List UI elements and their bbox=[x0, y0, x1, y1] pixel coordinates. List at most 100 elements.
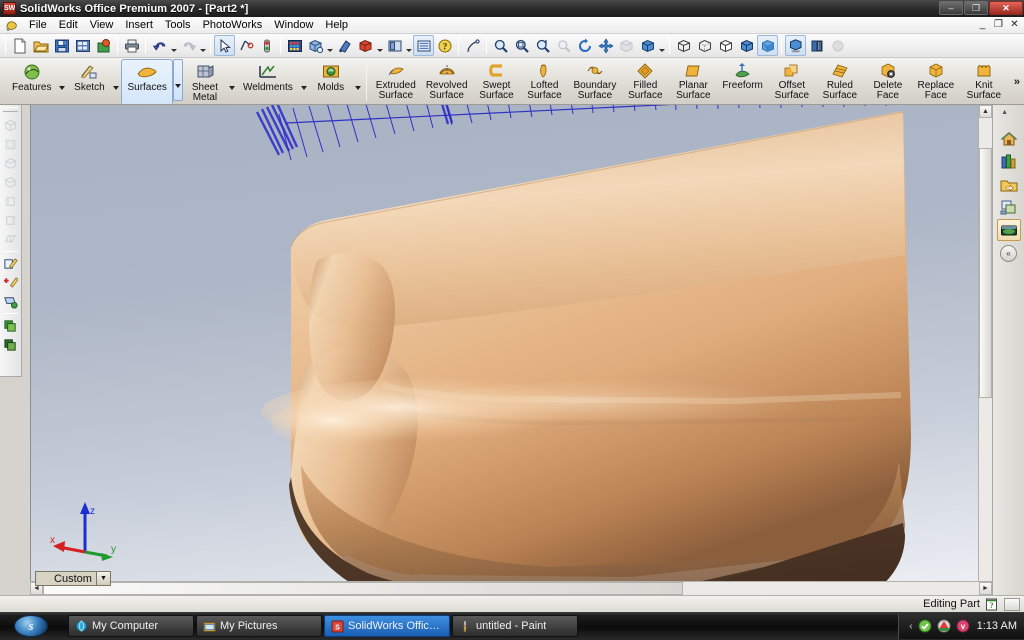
cmd-swept-surface[interactable]: Swept Surface bbox=[473, 59, 521, 104]
save-icon[interactable] bbox=[51, 35, 72, 56]
appearances-scenes-icon[interactable] bbox=[996, 219, 1021, 241]
view-orientation-icon[interactable] bbox=[305, 35, 326, 56]
redo-dropdown-arrow-icon[interactable] bbox=[199, 35, 207, 56]
solidworks-menu-logo-icon[interactable] bbox=[4, 18, 20, 33]
cm-tab-weldments[interactable]: Weldments bbox=[237, 59, 299, 104]
toolbar-grip[interactable] bbox=[5, 37, 6, 54]
status-resize-grip[interactable] bbox=[1004, 597, 1020, 611]
cmd-boundary-surface[interactable]: Boundary Surface bbox=[569, 59, 622, 104]
sw-resources-icon[interactable] bbox=[997, 127, 1021, 149]
maximize-button[interactable]: ❐ bbox=[964, 1, 988, 15]
surfaces-dropdown-arrow-icon[interactable] bbox=[172, 59, 183, 101]
taskbar-item-my-pictures[interactable]: My Pictures bbox=[196, 615, 322, 637]
horizontal-scroll-thumb[interactable] bbox=[43, 582, 683, 595]
undo-dropdown-arrow-icon[interactable] bbox=[170, 35, 178, 56]
graphics-viewport[interactable]: z x y bbox=[30, 105, 992, 595]
display-manager-icon[interactable] bbox=[413, 35, 434, 56]
render-dropdown-arrow-icon[interactable] bbox=[376, 35, 384, 56]
zoom-to-selection-icon[interactable] bbox=[553, 35, 574, 56]
hidden-lines-removed-icon[interactable] bbox=[715, 35, 736, 56]
taskbar-item-paint[interactable]: untitled - Paint bbox=[452, 615, 578, 637]
cm-tab-molds[interactable]: Molds bbox=[309, 59, 353, 104]
tray-expand-icon[interactable]: ‹ bbox=[909, 621, 912, 632]
mdi-restore-button[interactable]: ❐ bbox=[992, 18, 1005, 32]
minimize-button[interactable]: – bbox=[939, 1, 963, 15]
taskbar-item-solidworks[interactable]: S SolidWorks Office Pr... bbox=[324, 615, 450, 637]
select-icon[interactable] bbox=[214, 35, 235, 56]
chevron-down-icon[interactable]: ▼ bbox=[96, 572, 110, 585]
messenger-icon[interactable]: v bbox=[956, 619, 970, 633]
start-button[interactable]: s bbox=[2, 613, 60, 639]
command-manager-overflow-button[interactable]: » bbox=[1012, 76, 1024, 88]
three-d-drawing-view-icon[interactable] bbox=[616, 35, 637, 56]
viewport-vertical-scrollbar[interactable]: ▲ ▼ bbox=[978, 105, 992, 595]
pan-icon[interactable] bbox=[595, 35, 616, 56]
cmd-revolved-surface[interactable]: Revolved Surface bbox=[421, 59, 473, 104]
pack-and-go-icon[interactable] bbox=[93, 35, 114, 56]
right-view-icon[interactable] bbox=[0, 211, 20, 230]
shaded-with-edges-icon[interactable] bbox=[736, 35, 757, 56]
cmd-delete-face[interactable]: Delete Face bbox=[864, 59, 912, 104]
edit-appearance-icon[interactable] bbox=[334, 35, 355, 56]
measure-icon[interactable] bbox=[235, 35, 256, 56]
menu-tools[interactable]: Tools bbox=[159, 17, 197, 33]
menu-edit[interactable]: Edit bbox=[53, 17, 84, 33]
taskbar-clock[interactable]: 1:13 AM bbox=[977, 620, 1017, 632]
wireframe-icon[interactable] bbox=[673, 35, 694, 56]
perspective-icon[interactable] bbox=[827, 35, 848, 56]
weldments-dropdown-arrow-icon[interactable] bbox=[299, 59, 309, 104]
zoom-to-fit-icon[interactable] bbox=[490, 35, 511, 56]
menu-file[interactable]: File bbox=[23, 17, 53, 33]
display-style-icon[interactable] bbox=[384, 35, 405, 56]
shadows-in-shaded-mode-icon[interactable] bbox=[785, 35, 806, 56]
print-preview-icon[interactable] bbox=[72, 35, 93, 56]
view-toolbar-grip[interactable] bbox=[3, 107, 18, 112]
menu-help[interactable]: Help bbox=[319, 17, 354, 33]
molds-dropdown-arrow-icon[interactable] bbox=[353, 59, 363, 104]
menu-photoworks[interactable]: PhotoWorks bbox=[197, 17, 269, 33]
trimetric-view-icon[interactable] bbox=[0, 154, 20, 173]
dimetric-view-icon[interactable] bbox=[0, 173, 20, 192]
sheet-metal-dropdown-arrow-icon[interactable] bbox=[227, 59, 237, 104]
cmd-replace-face[interactable]: Replace Face bbox=[912, 59, 960, 104]
help-icon[interactable]: ? bbox=[434, 35, 455, 56]
view-palette-icon[interactable] bbox=[997, 196, 1021, 218]
cmd-offset-surface[interactable]: Offset Surface bbox=[768, 59, 816, 104]
zoom-to-area-icon[interactable] bbox=[511, 35, 532, 56]
view-orientation-dropdown-arrow-icon[interactable] bbox=[326, 35, 334, 56]
antivirus-shield-icon[interactable] bbox=[918, 619, 932, 633]
open-document-icon[interactable] bbox=[30, 35, 51, 56]
new-document-icon[interactable] bbox=[9, 35, 30, 56]
menu-insert[interactable]: Insert bbox=[119, 17, 159, 33]
cmd-filled-surface[interactable]: Filled Surface bbox=[621, 59, 669, 104]
cmd-planar-surface[interactable]: Planar Surface bbox=[669, 59, 717, 104]
insert-plane-icon[interactable] bbox=[0, 292, 20, 311]
close-button[interactable]: ✕ bbox=[989, 1, 1023, 15]
isometric-view-icon[interactable] bbox=[0, 116, 20, 135]
design-library-icon[interactable] bbox=[997, 150, 1021, 172]
mdi-close-button[interactable]: ✕ bbox=[1008, 18, 1021, 32]
cmd-lofted-surface[interactable]: Lofted Surface bbox=[521, 59, 569, 104]
scale-combo-box[interactable]: Custom ▼ bbox=[35, 571, 111, 586]
vertical-scroll-thumb[interactable] bbox=[979, 148, 992, 398]
cmd-freeform[interactable]: Freeform bbox=[717, 59, 768, 104]
photoworks-render-icon[interactable] bbox=[355, 35, 376, 56]
solidworks-icon[interactable]: SW bbox=[3, 2, 16, 15]
left-view-icon[interactable] bbox=[0, 192, 20, 211]
cmd-ruled-surface[interactable]: Ruled Surface bbox=[816, 59, 864, 104]
front-view-icon[interactable] bbox=[0, 135, 20, 154]
redo-icon[interactable] bbox=[178, 35, 199, 56]
scroll-right-button[interactable]: ► bbox=[979, 582, 992, 595]
task-pane-scroll-up-icon[interactable]: ▲ bbox=[1001, 109, 1008, 116]
view-orientation-cube-icon[interactable] bbox=[637, 35, 658, 56]
cm-tab-features[interactable]: Features bbox=[6, 59, 57, 104]
menu-window[interactable]: Window bbox=[268, 17, 319, 33]
features-dropdown-arrow-icon[interactable] bbox=[57, 59, 67, 104]
file-explorer-icon[interactable] bbox=[997, 173, 1021, 195]
context-help-icon[interactable]: ? bbox=[980, 598, 1002, 611]
menu-view[interactable]: View bbox=[84, 17, 120, 33]
rotate-view-icon[interactable] bbox=[574, 35, 595, 56]
zoom-in-out-icon[interactable] bbox=[532, 35, 553, 56]
cm-tab-sketch[interactable]: Sketch bbox=[67, 59, 111, 104]
undo-icon[interactable] bbox=[149, 35, 170, 56]
